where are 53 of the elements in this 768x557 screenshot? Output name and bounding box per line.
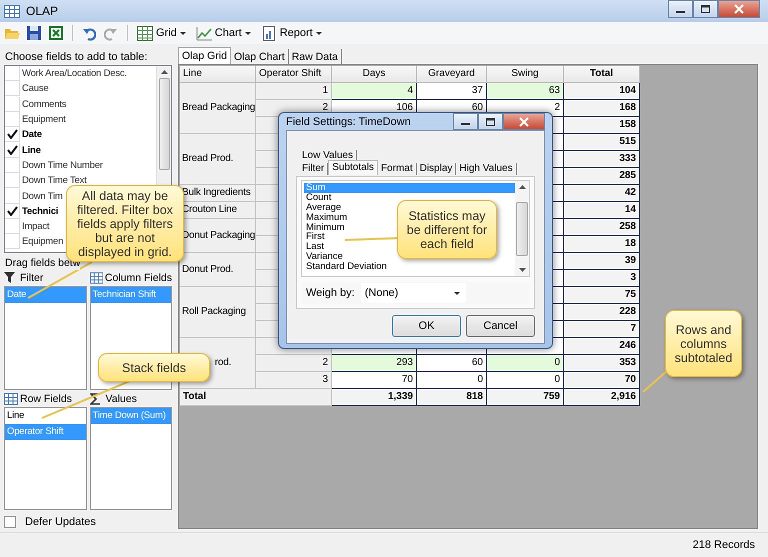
table-cell: 0 <box>487 372 564 389</box>
area-title: Column Fields <box>104 272 172 284</box>
note-tooltip: Rows and columns subtotaled <box>665 310 742 377</box>
table-cell: 3 <box>564 270 640 287</box>
row-header: 2 <box>256 355 332 372</box>
table-cell: 60 <box>417 355 487 372</box>
table-cell: 246 <box>564 338 640 355</box>
table-cell: 75 <box>564 287 640 304</box>
table-cell: 42 <box>564 185 640 202</box>
note-tooltip: All data may be filtered. Filter box fields apply filters but are not displayed in grid. <box>66 185 184 262</box>
table-cell: 0 <box>417 372 487 389</box>
window-title: OLAP <box>26 4 58 18</box>
table-cell: 14 <box>564 202 640 219</box>
note-tooltip: Stack fields <box>98 353 210 382</box>
table-cell: 168 <box>564 100 640 117</box>
table-cell: 70 <box>564 372 640 389</box>
area-title: Values <box>106 393 137 405</box>
table-cell: 63 <box>487 83 564 100</box>
row-header: Donut Prod. <box>180 253 256 287</box>
checkbox-label: Defer Updates <box>25 516 96 528</box>
field-label: Weigh by: <box>306 287 355 299</box>
row-header: Bread Prod. <box>180 134 256 185</box>
area-title: Row Fields <box>20 393 72 405</box>
row-header: Roll Packaging <box>180 287 256 338</box>
table-cell: 18 <box>564 236 640 253</box>
table-cell: 258 <box>564 219 640 236</box>
table-cell: 759 <box>487 389 564 406</box>
row-header: 3 <box>256 372 332 389</box>
record-count: 218 Records <box>692 539 755 551</box>
table-cell: 39 <box>564 253 640 270</box>
note-tooltip: Statistics may be different for each field <box>397 200 497 259</box>
area-title: Filter <box>20 272 44 284</box>
panel-heading: Choose fields to add to table: <box>5 51 148 64</box>
row-header: Total <box>180 389 332 406</box>
table-cell: 37 <box>417 83 487 100</box>
table-cell: 353 <box>564 355 640 372</box>
row-header: Bread Packaging <box>180 83 256 134</box>
table-cell: 2,916 <box>564 389 640 406</box>
table-cell: 228 <box>564 304 640 321</box>
table-cell: 333 <box>564 151 640 168</box>
table-cell: 515 <box>564 134 640 151</box>
table-cell: 1,339 <box>332 389 417 406</box>
table-cell: 285 <box>564 168 640 185</box>
table-cell: 70 <box>332 372 417 389</box>
dialog-title: Field Settings: TimeDown <box>286 116 412 128</box>
table-cell: 4 <box>332 83 417 100</box>
row-header: 1 <box>256 83 332 100</box>
table-cell: 158 <box>564 117 640 134</box>
table-cell: 104 <box>564 83 640 100</box>
table-cell: 293 <box>332 355 417 372</box>
table-cell: 7 <box>564 321 640 338</box>
table-cell: 818 <box>417 389 487 406</box>
table-cell: 0 <box>487 355 564 372</box>
